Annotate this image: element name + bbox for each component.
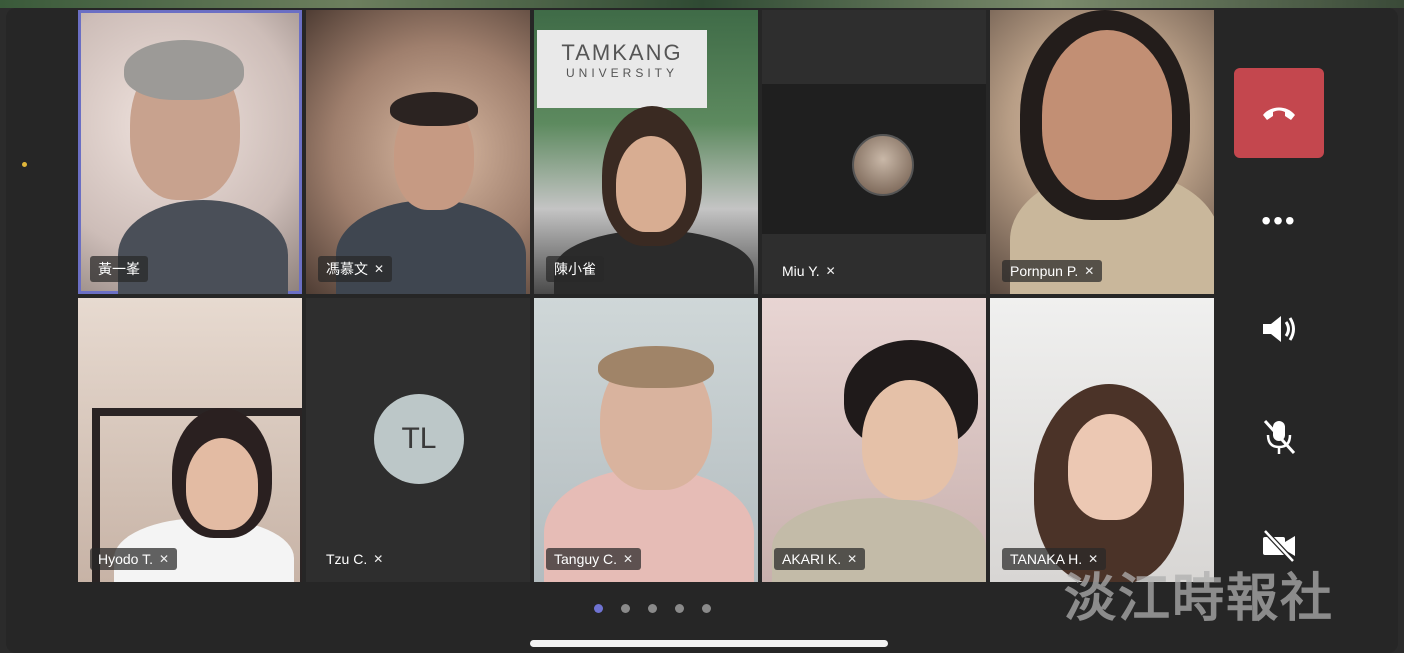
mic-off-icon xyxy=(1263,419,1296,455)
watermark-text: 淡江時報社 xyxy=(1064,568,1335,629)
mic-muted-icon: ✕ xyxy=(159,552,170,566)
hangup-button[interactable] xyxy=(1234,68,1324,158)
page-dot[interactable] xyxy=(675,604,684,613)
video-figure xyxy=(124,40,244,100)
participant-name: 馮慕文 xyxy=(326,261,368,277)
participant-tile-6[interactable]: Hyodo T. ✕ xyxy=(78,298,302,582)
participant-name: Tanguy C. xyxy=(554,551,618,567)
mic-muted-icon: ✕ xyxy=(1084,264,1095,278)
video-figure xyxy=(186,438,258,530)
more-options-button[interactable]: ••• xyxy=(1234,176,1324,266)
sign-line-2: UNIVERSITY xyxy=(565,66,678,80)
page-indicator[interactable] xyxy=(594,604,711,613)
participant-name-chip: 陳小雀 xyxy=(546,256,604,282)
participant-name: AKARI K. xyxy=(782,551,842,567)
participant-name: Miu Y. xyxy=(782,263,820,279)
participant-name: 黃一峯 xyxy=(98,261,140,277)
mic-muted-icon: ✕ xyxy=(374,262,385,276)
participant-tile-7[interactable]: TL Tzu C. ✕ xyxy=(306,298,530,582)
video-figure xyxy=(1042,30,1172,200)
status-dot xyxy=(22,162,27,167)
participant-name-chip: Pornpun P. ✕ xyxy=(1002,260,1103,282)
video-figure xyxy=(598,346,714,388)
video-figure xyxy=(390,92,478,126)
participant-name-chip: Hyodo T. ✕ xyxy=(90,548,178,570)
participant-name-chip: AKARI K. ✕ xyxy=(774,548,866,570)
home-indicator[interactable] xyxy=(530,640,888,647)
page-dot[interactable] xyxy=(594,604,603,613)
background-sign: TAMKANG UNIVERSITY xyxy=(537,30,707,108)
mic-muted-icon: ✕ xyxy=(373,552,384,566)
sign-line-1: TAMKANG xyxy=(561,40,683,65)
participant-name-chip: 馮慕文 ✕ xyxy=(318,256,393,282)
video-figure xyxy=(862,380,958,500)
participant-tile-5[interactable]: Pornpun P. ✕ xyxy=(990,10,1214,294)
participant-name-chip: 黃一峯 xyxy=(90,256,148,282)
participant-name: 陳小雀 xyxy=(554,261,596,277)
participant-name-chip: Miu Y. ✕ xyxy=(774,260,844,282)
participant-tile-10[interactable]: TANAKA H. ✕ xyxy=(990,298,1214,582)
participant-name-chip: Tanguy C. ✕ xyxy=(546,548,642,570)
phone-hangup-icon xyxy=(1263,107,1295,120)
participant-tile-9[interactable]: AKARI K. ✕ xyxy=(762,298,986,582)
page-dot[interactable] xyxy=(621,604,630,613)
participant-tile-4[interactable]: Miu Y. ✕ xyxy=(762,10,986,294)
page-dot[interactable] xyxy=(648,604,657,613)
participant-name: Pornpun P. xyxy=(1010,263,1079,279)
participant-tile-1[interactable]: 黃一峯 xyxy=(78,10,302,294)
initials-avatar: TL xyxy=(374,394,464,484)
mic-muted-icon: ✕ xyxy=(825,264,836,278)
mic-muted-icon: ✕ xyxy=(847,552,858,566)
participant-name: Hyodo T. xyxy=(98,551,153,567)
more-dots-icon: ••• xyxy=(1261,205,1297,236)
participant-name-chip: Tzu C. ✕ xyxy=(318,548,391,570)
participant-tile-2[interactable]: 馮慕文 ✕ xyxy=(306,10,530,294)
participant-tile-3[interactable]: TAMKANG UNIVERSITY 陳小雀 xyxy=(534,10,758,294)
speaker-icon xyxy=(1263,316,1295,342)
participant-tile-8[interactable]: Tanguy C. ✕ xyxy=(534,298,758,582)
mic-muted-icon: ✕ xyxy=(623,552,634,566)
background-strip xyxy=(0,0,1404,8)
speaker-button[interactable] xyxy=(1234,284,1324,374)
mic-toggle-button[interactable] xyxy=(1234,392,1324,482)
page-dot[interactable] xyxy=(702,604,711,613)
video-figure xyxy=(616,136,686,232)
participant-name: Tzu C. xyxy=(326,551,368,567)
profile-avatar xyxy=(852,134,914,196)
video-figure xyxy=(1068,414,1152,520)
